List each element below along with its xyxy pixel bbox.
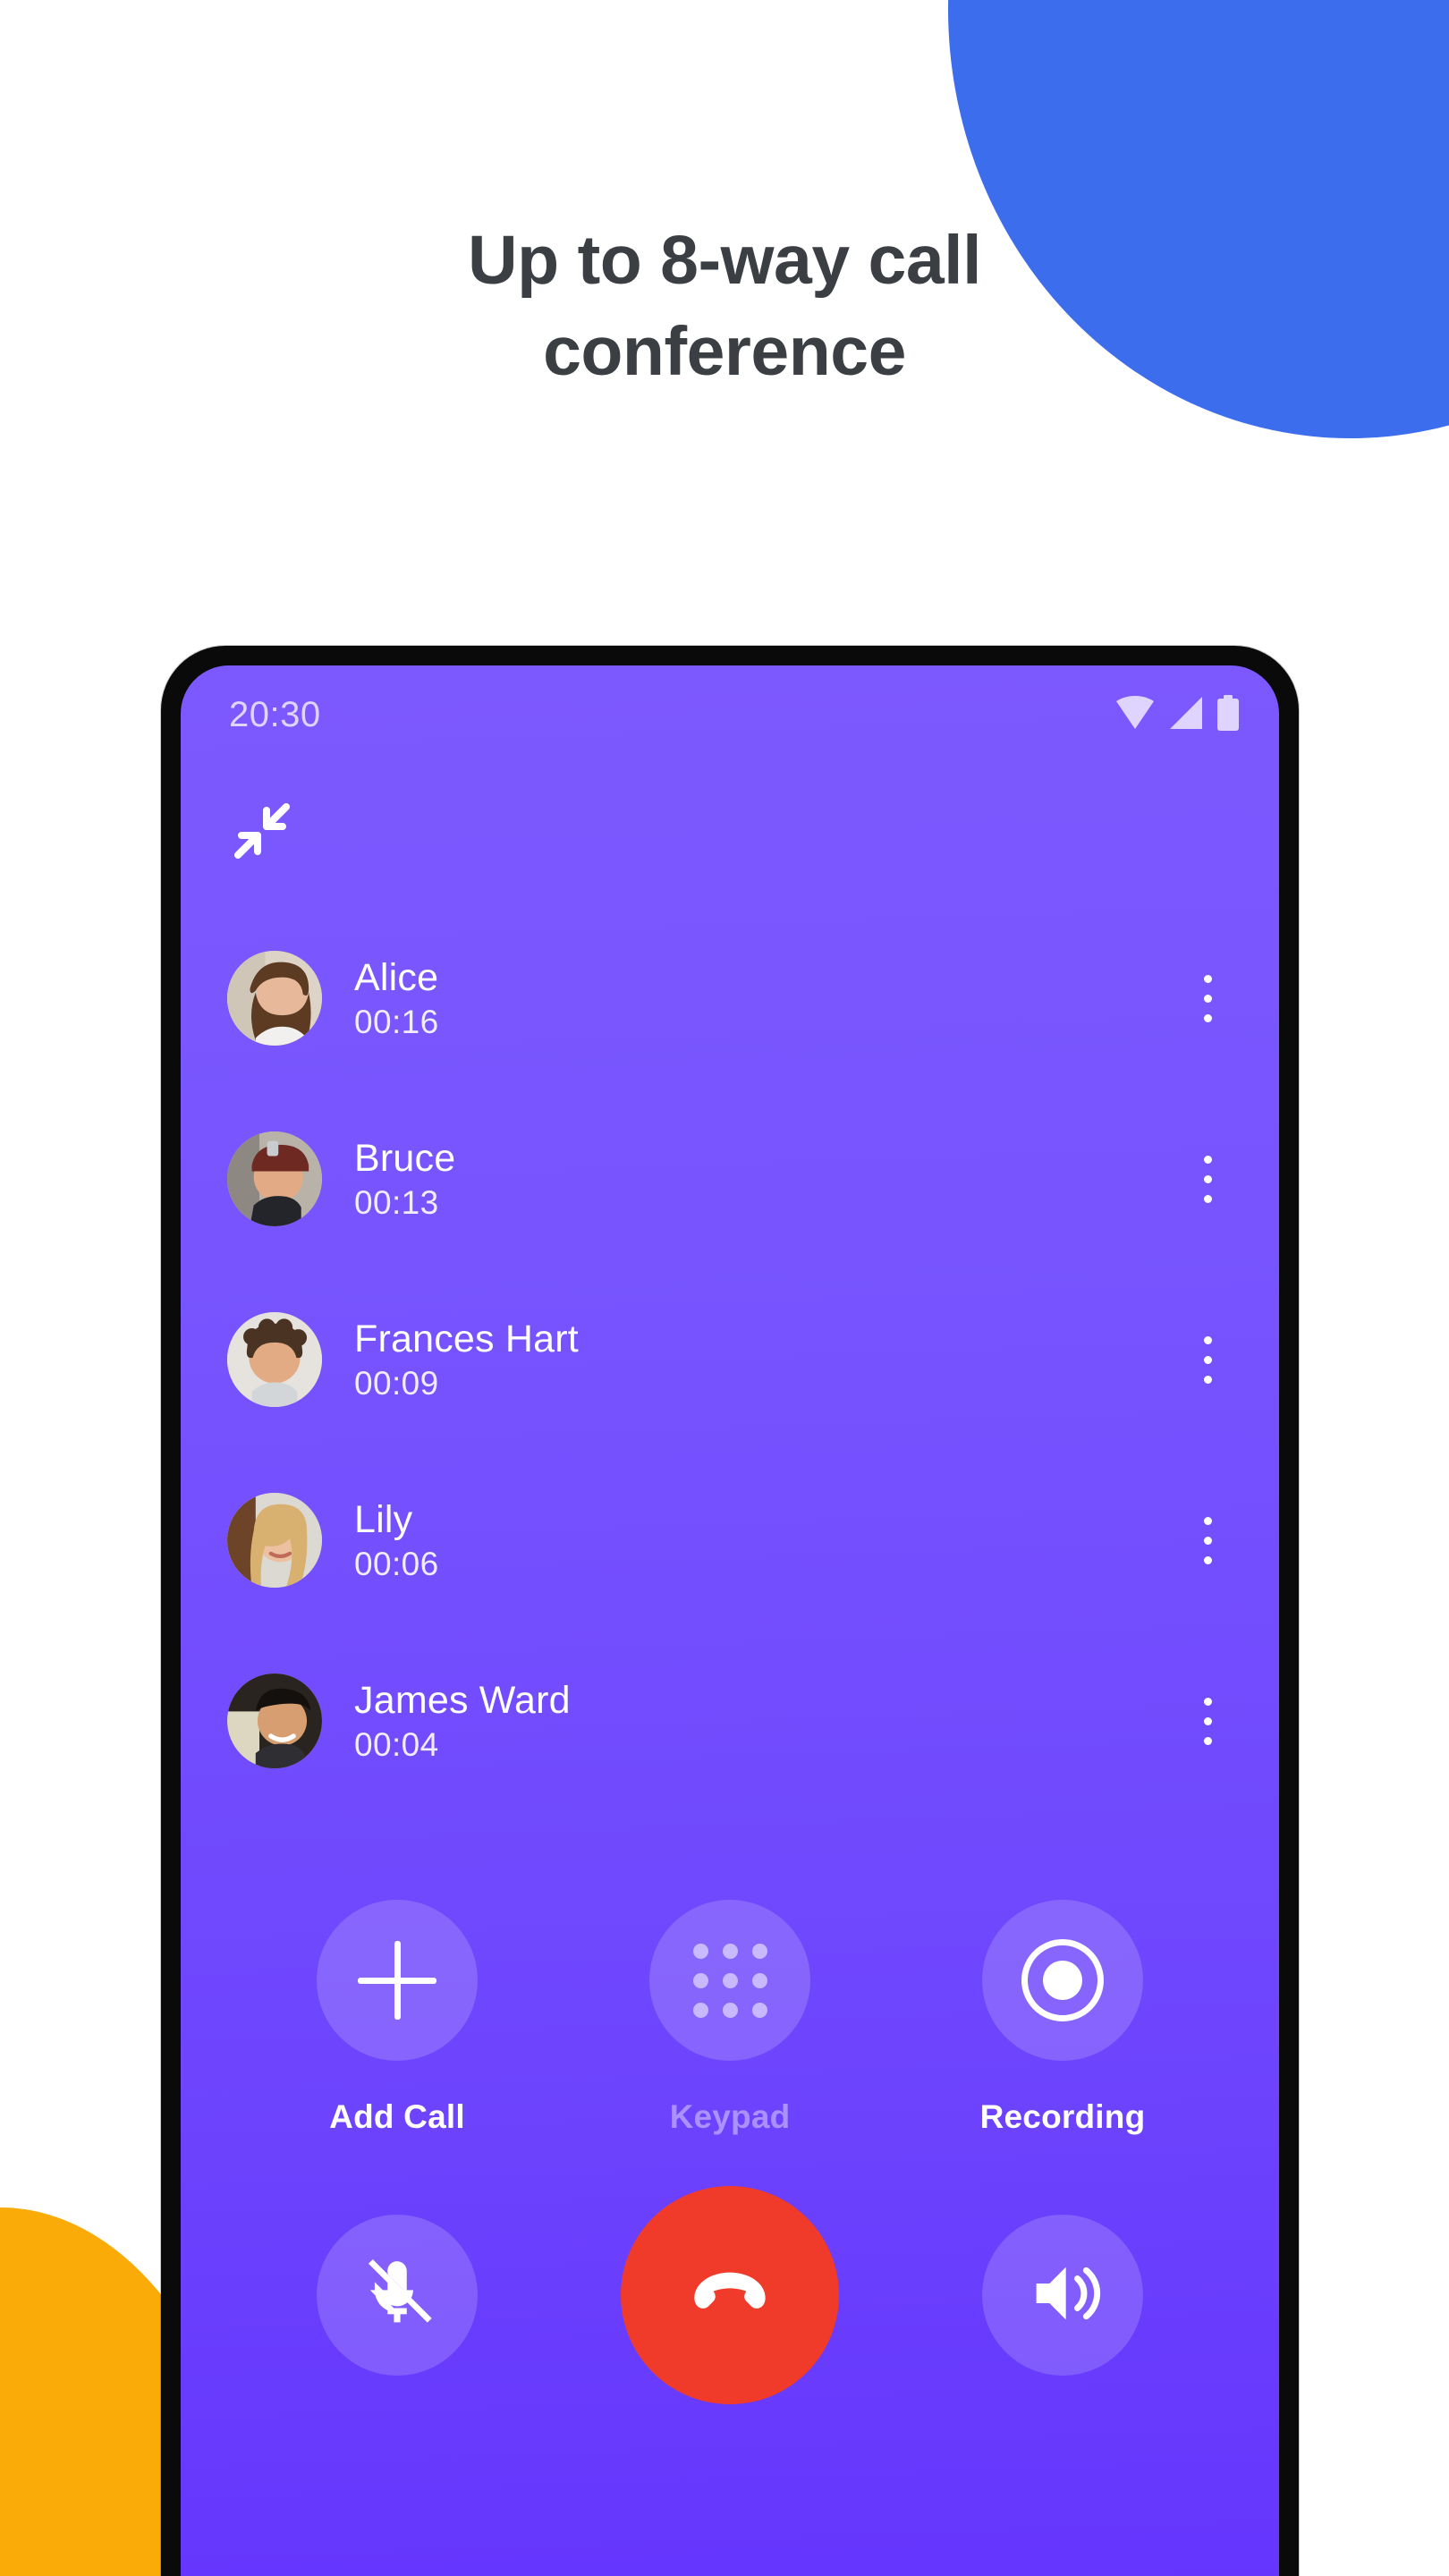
speaker-on-icon [1023,2254,1102,2337]
mute-slot [231,2215,564,2376]
participant-list: Alice 00:16 Bruce 00:13 Frances Hart 00:… [181,948,1279,1852]
participant-info: Frances Hart 00:09 [354,1317,1188,1402]
participant-info: Alice 00:16 [354,955,1188,1040]
speaker-button[interactable] [982,2215,1143,2376]
participant-duration: 00:16 [354,1003,439,1040]
add-call-action: Add Call [231,1900,564,2136]
participant-name: James Ward [354,1678,571,1722]
page-title: Up to 8-way call conference [0,215,1449,398]
avatar [227,1312,322,1407]
mute-button[interactable] [317,2215,478,2376]
microphone-muted-icon [359,2255,436,2336]
page-title-line-2: conference [543,313,906,391]
participant-name: Frances Hart [354,1317,579,1360]
battery-icon [1216,694,1240,735]
speaker-slot [896,2215,1229,2376]
kebab-menu-icon[interactable] [1188,1683,1227,1758]
collapse-arrows-icon [231,800,293,867]
end-call-button[interactable] [621,2186,839,2404]
kebab-menu-icon[interactable] [1188,1503,1227,1578]
promo-screenshot: Up to 8-way call conference 20:30 Alice … [0,0,1449,2576]
end-call-handset-icon [680,2243,780,2348]
participant-duration: 00:06 [354,1545,439,1582]
keypad-action: Keypad [564,1900,896,2136]
avatar [227,951,322,1046]
participant-info: Bruce 00:13 [354,1136,1188,1221]
table-row[interactable]: Bruce 00:13 [181,1129,1279,1229]
participant-info: Lily 00:06 [354,1497,1188,1582]
record-dot-icon [1021,1939,1104,2021]
status-bar: 20:30 [181,665,1279,764]
recording-action: Recording [896,1900,1229,2136]
phone-mockup: 20:30 Alice 00:16 Bruce 00:13 Frances Ha… [161,646,1299,2576]
kebab-menu-icon[interactable] [1188,961,1227,1036]
participant-name: Lily [354,1497,413,1541]
wifi-icon [1114,695,1156,734]
page-title-line-1: Up to 8-way call [468,222,981,299]
table-row[interactable]: James Ward 00:04 [181,1671,1279,1771]
status-bar-clock: 20:30 [229,694,321,734]
kebab-menu-icon[interactable] [1188,1322,1227,1397]
avatar [227,1493,322,1588]
call-control-bar [181,2186,1279,2404]
phone-screen: 20:30 Alice 00:16 Bruce 00:13 Frances Ha… [181,665,1279,2576]
recording-label: Recording [979,2098,1146,2135]
keypad-icon [692,1943,767,2018]
add-call-label: Add Call [329,2098,465,2135]
collapse-button[interactable] [227,798,297,868]
plus-icon [358,1941,436,2020]
participant-name: Alice [354,955,439,999]
recording-button[interactable] [982,1900,1143,2061]
participant-duration: 00:09 [354,1364,439,1402]
table-row[interactable]: Alice 00:16 [181,948,1279,1048]
keypad-button[interactable] [649,1900,810,2061]
cellular-signal-icon [1168,696,1204,734]
avatar [227,1131,322,1226]
call-actions-row: Add Call Keypad Recording [181,1900,1279,2136]
participant-name: Bruce [354,1136,456,1180]
add-call-button[interactable] [317,1900,478,2061]
avatar [227,1674,322,1768]
table-row[interactable]: Lily 00:06 [181,1490,1279,1590]
participant-duration: 00:04 [354,1725,439,1763]
participant-duration: 00:13 [354,1183,439,1221]
table-row[interactable]: Frances Hart 00:09 [181,1309,1279,1410]
keypad-label: Keypad [669,2098,791,2135]
status-bar-icons [1114,694,1240,735]
kebab-menu-icon[interactable] [1188,1141,1227,1216]
participant-info: James Ward 00:04 [354,1678,1188,1763]
end-call-slot [564,2186,896,2404]
